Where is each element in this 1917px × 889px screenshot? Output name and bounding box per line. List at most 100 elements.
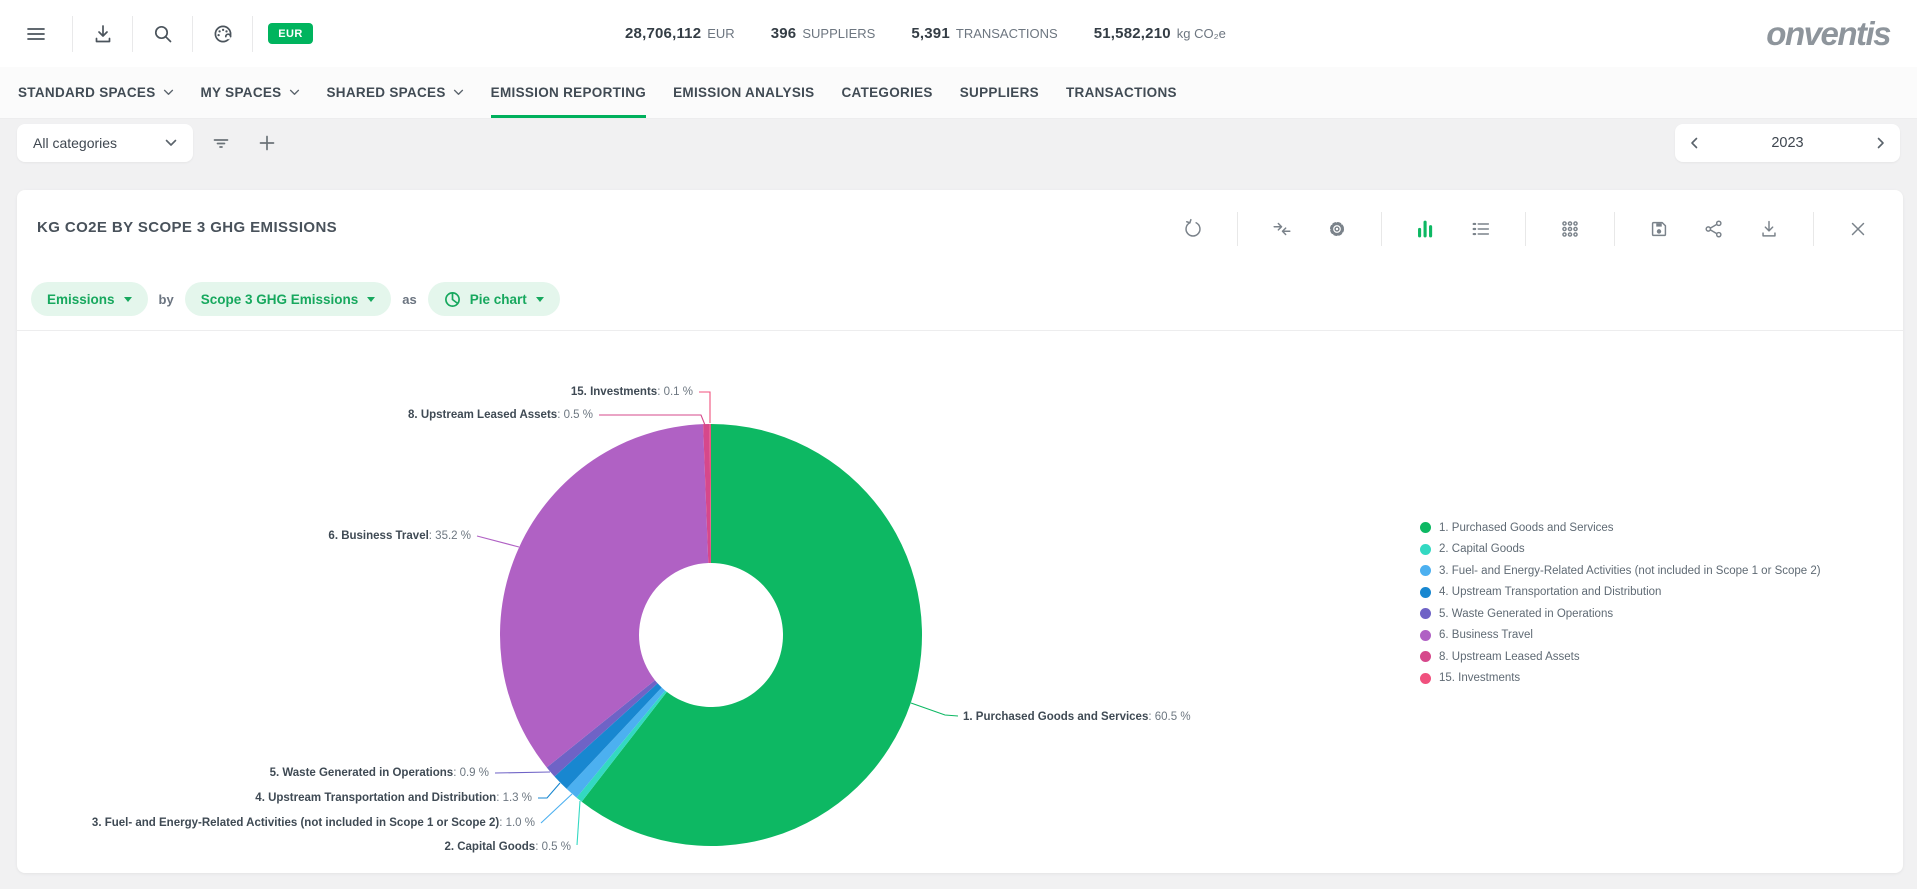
theme-button[interactable] xyxy=(193,22,252,46)
legend-label: 3. Fuel- and Energy-Related Activities (… xyxy=(1439,565,1821,577)
legend-item[interactable]: 15. Investments xyxy=(1420,668,1821,690)
refresh-button[interactable] xyxy=(1182,218,1204,240)
tab-shared-spaces[interactable]: SHARED SPACES xyxy=(327,67,464,118)
currency-badge[interactable]: EUR xyxy=(268,23,313,44)
legend-color-dot xyxy=(1420,608,1431,619)
header-separator xyxy=(252,16,253,52)
grid-view-icon xyxy=(1559,218,1581,240)
tab-label: CATEGORIES xyxy=(841,85,932,100)
legend-label: 2. Capital Goods xyxy=(1439,543,1525,555)
slice-callout-label: 8. Upstream Leased Assets: 0.5 % xyxy=(408,409,593,421)
tab-transactions[interactable]: TRANSACTIONS xyxy=(1066,67,1177,118)
legend-color-dot xyxy=(1420,651,1431,662)
main-navigation: STANDARD SPACES MY SPACES SHARED SPACES EMI… xyxy=(0,67,1917,119)
by-connector-label: by xyxy=(159,292,174,307)
legend-item[interactable]: 4. Upstream Transportation and Distribut… xyxy=(1420,582,1821,604)
legend-item[interactable]: 6. Business Travel xyxy=(1420,625,1821,647)
close-icon xyxy=(1847,218,1869,240)
previous-year-button[interactable] xyxy=(1690,137,1698,149)
chevron-down-icon xyxy=(536,297,544,302)
year-value: 2023 xyxy=(1771,135,1803,151)
callout-leader-line xyxy=(577,801,580,845)
filter-button[interactable] xyxy=(208,130,234,156)
chart-toolbar xyxy=(1182,202,1869,256)
kpi-stat: 28,706,112EUR xyxy=(625,25,735,42)
share-icon xyxy=(1703,218,1725,240)
download-button[interactable] xyxy=(73,22,132,46)
share-button[interactable] xyxy=(1703,218,1725,240)
dimension-chip[interactable]: Scope 3 GHG Emissions xyxy=(185,282,392,316)
legend-label: 6. Business Travel xyxy=(1439,629,1533,641)
tab-label: EMISSION REPORTING xyxy=(491,85,646,100)
chevron-right-icon xyxy=(1877,137,1885,149)
year-picker: 2023 xyxy=(1675,124,1900,162)
legend-item[interactable]: 3. Fuel- and Energy-Related Activities (… xyxy=(1420,560,1821,582)
chevron-down-icon xyxy=(289,89,300,96)
legend-item[interactable]: 5. Waste Generated in Operations xyxy=(1420,603,1821,625)
save-button[interactable] xyxy=(1648,218,1670,240)
grid-view-button[interactable] xyxy=(1559,218,1581,240)
toolbar-separator xyxy=(1237,212,1238,246)
dimension-chip-label: Scope 3 GHG Emissions xyxy=(201,292,359,307)
palette-icon xyxy=(211,22,235,46)
tab-categories[interactable]: CATEGORIES xyxy=(841,67,932,118)
onventis-logo: onventis xyxy=(1766,15,1890,53)
refresh-icon xyxy=(1182,218,1204,240)
next-year-button[interactable] xyxy=(1877,137,1885,149)
category-filter-dropdown[interactable]: All categories xyxy=(17,124,193,162)
toolbar-separator xyxy=(1614,212,1615,246)
tab-standard-spaces[interactable]: STANDARD SPACES xyxy=(18,67,174,118)
callout-leader-line xyxy=(599,415,705,425)
slice-callout-label: 1. Purchased Goods and Services: 60.5 % xyxy=(963,711,1191,723)
legend-label: 4. Upstream Transportation and Distribut… xyxy=(1439,586,1661,598)
list-view-button[interactable] xyxy=(1470,218,1492,240)
menu-button[interactable] xyxy=(0,22,72,46)
tab-my-spaces[interactable]: MY SPACES xyxy=(201,67,300,118)
chart-card-title: KG CO2E BY SCOPE 3 GHG EMISSIONS xyxy=(37,219,337,236)
header-icon-group xyxy=(0,0,253,67)
search-button[interactable] xyxy=(133,22,192,46)
as-connector-label: as xyxy=(402,292,416,307)
legend-color-dot xyxy=(1420,522,1431,533)
plus-icon xyxy=(256,132,278,154)
kpi-stats: 28,706,112EUR396SUPPLIERS5,391TRANSACTIO… xyxy=(625,0,1226,67)
legend-color-dot xyxy=(1420,673,1431,684)
legend-item[interactable]: 8. Upstream Leased Assets xyxy=(1420,646,1821,668)
chart-view-button[interactable] xyxy=(1415,218,1437,240)
chart-type-chip[interactable]: Pie chart xyxy=(428,282,560,316)
filter-icon xyxy=(210,132,232,154)
download-chart-button[interactable] xyxy=(1758,218,1780,240)
tab-emission-reporting[interactable]: EMISSION REPORTING xyxy=(491,67,646,118)
tab-suppliers[interactable]: SUPPLIERS xyxy=(960,67,1039,118)
measure-chip[interactable]: Emissions xyxy=(31,282,148,316)
download-icon xyxy=(91,22,115,46)
slice-callout-label: 4. Upstream Transportation and Distribut… xyxy=(255,792,532,804)
slice-callout-label: 5. Waste Generated in Operations: 0.9 % xyxy=(270,767,489,779)
save-icon xyxy=(1648,218,1670,240)
tab-label: TRANSACTIONS xyxy=(1066,85,1177,100)
close-widget-button[interactable] xyxy=(1847,218,1869,240)
callout-leader-line xyxy=(477,536,519,547)
measure-chip-label: Emissions xyxy=(47,292,115,307)
pie-chart-icon xyxy=(444,291,461,308)
settings-button[interactable] xyxy=(1326,218,1348,240)
chevron-down-icon xyxy=(453,89,464,96)
legend-item[interactable]: 2. Capital Goods xyxy=(1420,539,1821,561)
hamburger-menu-icon xyxy=(24,22,48,46)
tab-label: SUPPLIERS xyxy=(960,85,1039,100)
pie-chart-area: 1. Purchased Goods and Services 2. Capita… xyxy=(17,331,1903,873)
tab-emission-analysis[interactable]: EMISSION ANALYSIS xyxy=(673,67,814,118)
toolbar-separator xyxy=(1813,212,1814,246)
legend-label: 1. Purchased Goods and Services xyxy=(1439,522,1614,534)
add-widget-button[interactable] xyxy=(254,130,280,156)
search-icon xyxy=(151,22,175,46)
bar-chart-view-icon xyxy=(1415,218,1437,240)
kpi-stat: 51,582,210kg CO₂e xyxy=(1094,25,1226,42)
slice-callout-label: 6. Business Travel: 35.2 % xyxy=(328,530,471,542)
legend-label: 8. Upstream Leased Assets xyxy=(1439,651,1580,663)
category-filter-label: All categories xyxy=(33,135,117,151)
collapse-button[interactable] xyxy=(1271,218,1293,240)
toolbar-separator xyxy=(1525,212,1526,246)
legend-item[interactable]: 1. Purchased Goods and Services xyxy=(1420,517,1821,539)
top-header: EUR 28,706,112EUR396SUPPLIERS5,391TRANSA… xyxy=(0,0,1917,68)
